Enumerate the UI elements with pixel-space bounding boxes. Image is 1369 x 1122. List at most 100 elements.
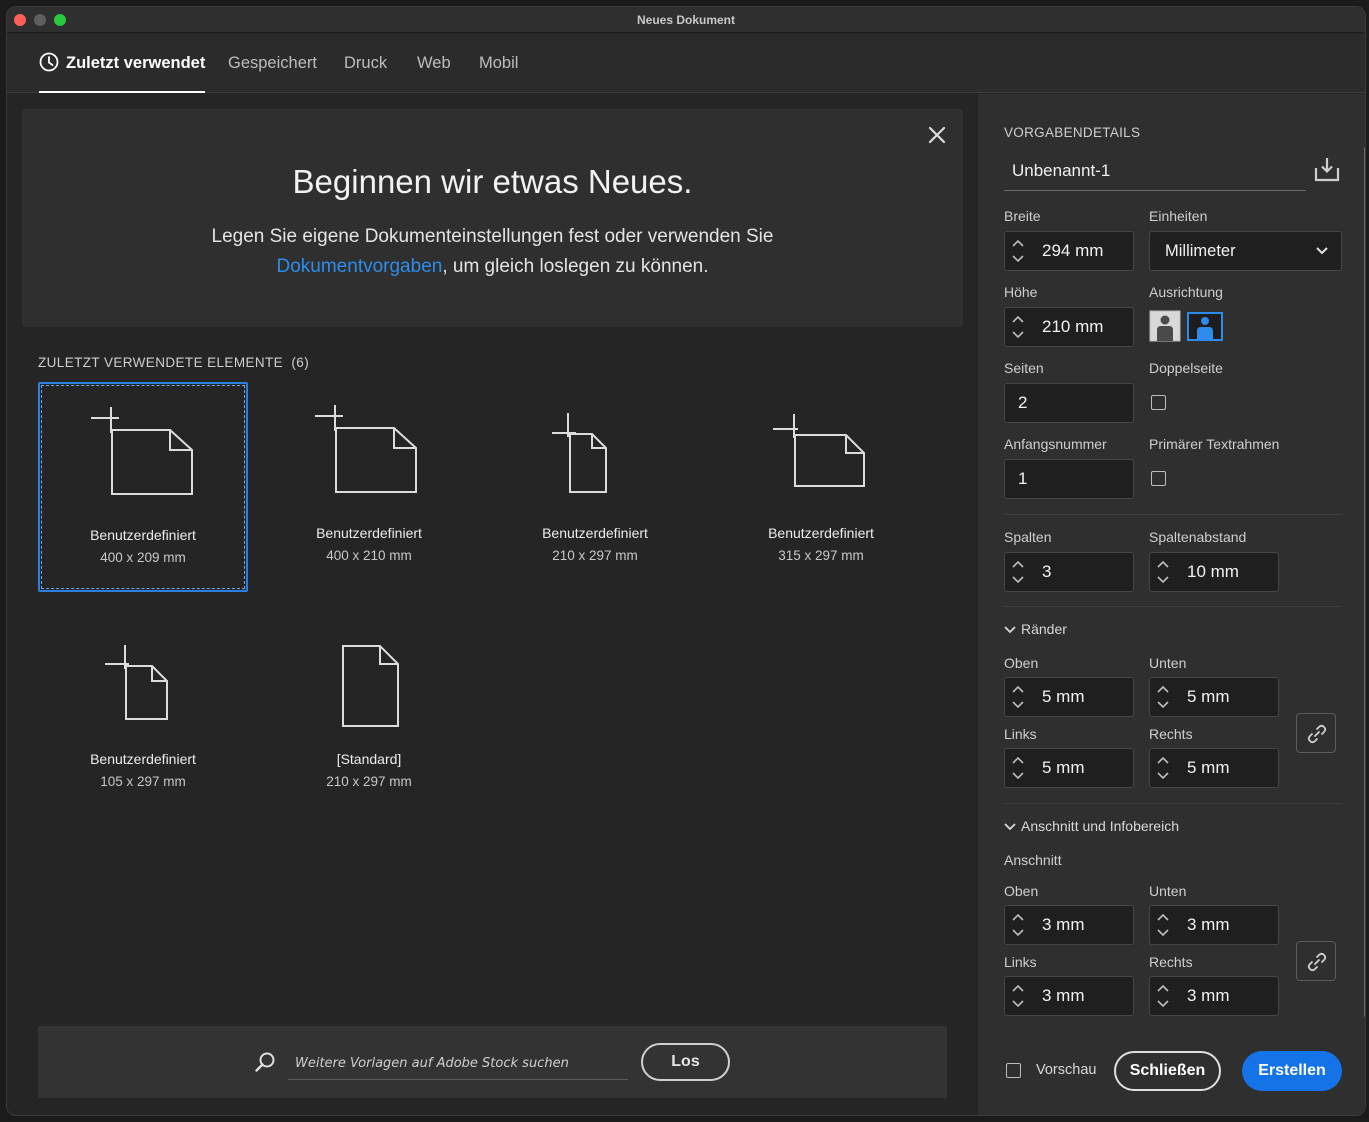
tab-web[interactable]: Web: [417, 34, 451, 93]
tab-saved[interactable]: Gespeichert: [228, 34, 317, 93]
bleed-right-label: Rechts: [1149, 954, 1193, 970]
save-preset-icon[interactable]: [1313, 155, 1341, 183]
margin-bottom-field[interactable]: 5 mm: [1149, 677, 1279, 717]
recent-item-6[interactable]: [Standard] 210 x 297 mm: [264, 608, 474, 818]
bleed-bottom-label: Unten: [1149, 883, 1187, 899]
stepper-arrows-icon[interactable]: [1005, 977, 1031, 1015]
bleed-subtitle: Anschnitt: [1004, 852, 1062, 868]
link-bleed-button[interactable]: [1296, 941, 1336, 981]
start-number-value: 1: [1018, 469, 1028, 488]
margin-right-value: 5 mm: [1187, 758, 1230, 777]
stepper-arrows-icon[interactable]: [1150, 977, 1176, 1015]
margins-section-toggle[interactable]: Ränder: [1004, 621, 1067, 637]
stepper-arrows-icon[interactable]: [1005, 906, 1031, 944]
recent-item-name: Benutzerdefiniert: [90, 751, 196, 767]
height-field[interactable]: 210 mm: [1004, 307, 1134, 347]
tab-recent[interactable]: Zuletzt verwendet: [39, 34, 206, 93]
portrait-doc-icon: [342, 645, 399, 727]
landscape-orientation-icon[interactable]: [1187, 310, 1223, 342]
stock-search-input[interactable]: [288, 1048, 628, 1080]
landscape-custom-doc-icon: [315, 405, 417, 493]
recent-item-size: 210 x 297 mm: [552, 548, 638, 563]
presets-link[interactable]: Dokumentvorgaben: [277, 256, 443, 277]
tab-bar: Zuletzt verwendet Gespeichert Druck Web …: [7, 34, 1365, 93]
portrait-custom-doc-icon: [552, 413, 607, 493]
recent-item-size: 210 x 297 mm: [326, 774, 412, 789]
gutter-field[interactable]: 10 mm: [1149, 552, 1279, 592]
panel-scrollbar[interactable]: [1364, 147, 1366, 1017]
recent-item-5[interactable]: Benutzerdefiniert 105 x 297 mm: [38, 608, 248, 818]
recent-item-1[interactable]: Benutzerdefiniert 400 x 209 mm: [38, 382, 248, 592]
bleed-bottom-field[interactable]: 3 mm: [1149, 905, 1279, 945]
recent-item-4[interactable]: Benutzerdefiniert 315 x 297 mm: [716, 382, 926, 592]
document-name-input[interactable]: [1004, 151, 1306, 191]
start-number-field[interactable]: 1: [1004, 459, 1134, 499]
stepper-arrows-icon[interactable]: [1005, 678, 1031, 716]
margin-right-field[interactable]: 5 mm: [1149, 748, 1279, 788]
stepper-arrows-icon[interactable]: [1005, 749, 1031, 787]
pages-field[interactable]: 2: [1004, 383, 1134, 423]
recent-count: (6): [291, 355, 310, 370]
start-number-label: Anfangsnummer: [1004, 436, 1107, 452]
bleed-left-label: Links: [1004, 954, 1037, 970]
portrait-orientation-icon[interactable]: [1149, 310, 1181, 342]
stepper-arrows-icon[interactable]: [1150, 678, 1176, 716]
chevron-down-icon: [1004, 626, 1016, 634]
recent-item-size: 400 x 209 mm: [100, 550, 186, 565]
welcome-text: Legen Sie eigene Dokumenteinstellungen f…: [22, 222, 963, 282]
bleed-title: Anschnitt und Infobereich: [1021, 818, 1179, 834]
create-button[interactable]: Erstellen: [1242, 1051, 1342, 1091]
primary-text-frame-label: Primärer Textrahmen: [1149, 436, 1280, 452]
margin-bottom-value: 5 mm: [1187, 687, 1230, 706]
facing-pages-checkbox[interactable]: [1151, 395, 1166, 410]
landscape-custom-doc-icon: [91, 407, 193, 495]
pages-value: 2: [1018, 393, 1028, 412]
link-margins-button[interactable]: [1296, 713, 1336, 753]
preview-label: Vorschau: [1036, 1062, 1097, 1078]
preview-checkbox[interactable]: [1006, 1063, 1021, 1078]
tab-print[interactable]: Druck: [344, 34, 387, 93]
columns-field[interactable]: 3: [1004, 552, 1134, 592]
stepper-arrows-icon[interactable]: [1005, 232, 1031, 270]
recent-item-2[interactable]: Benutzerdefiniert 400 x 210 mm: [264, 382, 474, 592]
margin-left-value: 5 mm: [1042, 758, 1085, 777]
tab-mobile[interactable]: Mobil: [479, 34, 518, 93]
width-field[interactable]: 294 mm: [1004, 231, 1134, 271]
recent-item-3[interactable]: Benutzerdefiniert 210 x 297 mm: [490, 382, 700, 592]
recent-item-name: Benutzerdefiniert: [768, 525, 874, 541]
stepper-arrows-icon[interactable]: [1150, 906, 1176, 944]
recent-item-name: [Standard]: [336, 751, 402, 767]
margin-top-field[interactable]: 5 mm: [1004, 677, 1134, 717]
clock-icon: [39, 52, 59, 72]
bleed-section-toggle[interactable]: Anschnitt und Infobereich: [1004, 818, 1179, 834]
stepper-arrows-icon[interactable]: [1005, 308, 1031, 346]
chevron-down-icon: [1004, 823, 1016, 831]
stock-search-bar: Los: [38, 1026, 947, 1098]
stock-go-button[interactable]: Los: [641, 1043, 730, 1081]
facing-pages-label: Doppelseite: [1149, 360, 1223, 376]
link-icon: [1307, 724, 1327, 744]
welcome-text-line1: Legen Sie eigene Dokumenteinstellungen f…: [211, 226, 774, 247]
pages-label: Seiten: [1004, 360, 1044, 376]
units-select[interactable]: Millimeter: [1149, 231, 1342, 271]
stepper-arrows-icon[interactable]: [1150, 749, 1176, 787]
welcome-text-line2: , um gleich loslegen zu können.: [442, 256, 709, 277]
stepper-arrows-icon[interactable]: [1005, 553, 1031, 591]
primary-text-frame-checkbox[interactable]: [1151, 471, 1166, 486]
margin-right-label: Rechts: [1149, 726, 1193, 742]
close-button[interactable]: Schließen: [1114, 1051, 1221, 1091]
close-icon[interactable]: [927, 125, 947, 145]
bleed-top-field[interactable]: 3 mm: [1004, 905, 1134, 945]
units-value: Millimeter: [1165, 242, 1236, 260]
chevron-down-icon: [1316, 247, 1328, 255]
divider: [1004, 514, 1342, 515]
landscape-custom-doc-icon: [773, 414, 865, 487]
bleed-left-field[interactable]: 3 mm: [1004, 976, 1134, 1016]
recent-heading-label: ZULETZT VERWENDETE ELEMENTE: [38, 355, 284, 370]
stepper-arrows-icon[interactable]: [1150, 553, 1176, 591]
height-value: 210 mm: [1042, 317, 1104, 336]
margin-left-field[interactable]: 5 mm: [1004, 748, 1134, 788]
bleed-right-field[interactable]: 3 mm: [1149, 976, 1279, 1016]
height-label: Höhe: [1004, 284, 1038, 300]
units-label: Einheiten: [1149, 208, 1208, 224]
